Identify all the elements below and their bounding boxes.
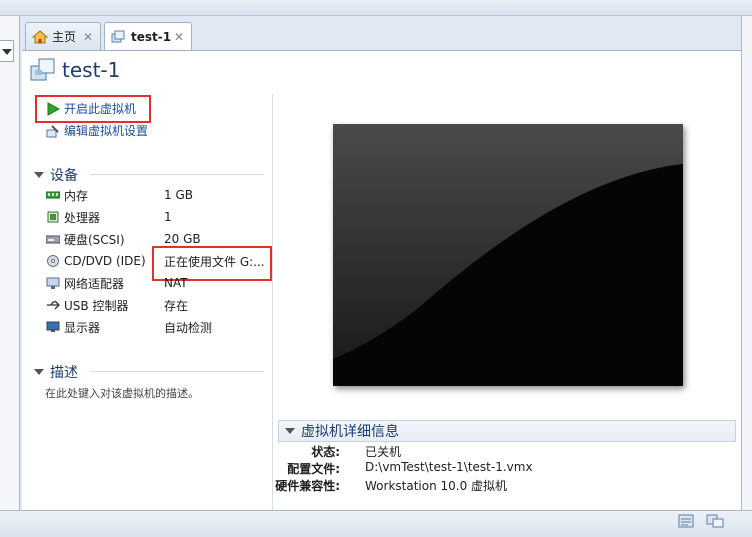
device-name: 网络适配器 — [64, 276, 125, 291]
message-log-icon[interactable] — [678, 514, 694, 528]
network-icon — [46, 277, 60, 289]
section-divider — [90, 371, 264, 372]
tab-home-label: 主页 — [52, 30, 77, 44]
tab-home[interactable]: 主页 ✕ — [25, 22, 101, 50]
detail-key: 配置文件: — [287, 462, 340, 476]
panel-divider — [272, 94, 273, 510]
device-value: 存在 — [164, 298, 189, 313]
detail-key: 状态: — [311, 445, 340, 459]
devices-section-title: 设备 — [50, 168, 78, 184]
harddisk-icon — [46, 235, 60, 244]
vm-icon — [111, 30, 125, 43]
device-row-usb[interactable]: USB 控制器 存在 — [46, 295, 266, 315]
detail-value: 已关机 — [365, 445, 402, 459]
device-name: USB 控制器 — [64, 298, 129, 313]
description-section-title: 描述 — [50, 365, 78, 381]
device-value: NAT — [164, 276, 188, 290]
tab-test-1[interactable]: test-1 ✕ — [104, 22, 192, 51]
device-row-display[interactable]: 显示器 自动检测 — [46, 317, 266, 337]
devices-section-header[interactable]: 设备 — [34, 165, 78, 185]
description-section-header[interactable]: 描述 — [34, 362, 78, 382]
detail-row-compat: 硬件兼容性: Workstation 10.0 虚拟机 — [275, 477, 740, 494]
tab-test-1-label: test-1 — [131, 30, 172, 44]
vm-details-header[interactable]: 虚拟机详细信息 — [278, 420, 736, 442]
description-placeholder[interactable]: 在此处键入对该虚拟机的描述。 — [45, 385, 199, 401]
device-name: 处理器 — [64, 210, 101, 225]
cd-icon — [47, 255, 59, 267]
device-row-network[interactable]: 网络适配器 NAT — [46, 273, 266, 293]
preview-thumbnail — [333, 124, 683, 386]
usb-icon — [47, 300, 60, 310]
right-panel-edge — [741, 16, 752, 510]
collapse-triangle-icon — [285, 428, 295, 434]
detail-value: Workstation 10.0 虚拟机 — [365, 479, 508, 493]
device-name: 显示器 — [64, 320, 101, 335]
top-toolbar — [0, 0, 752, 16]
device-row-memory[interactable]: 内存 1 GB — [46, 185, 266, 205]
devices-status-icon[interactable] — [706, 514, 724, 528]
edit-settings-link[interactable]: 编辑虚拟机设置 — [46, 122, 148, 139]
device-name: 硬盘(SCSI) — [64, 232, 125, 247]
detail-row-config: 配置文件: D:\vmTest\test-1\test-1.vmx — [280, 460, 740, 477]
vm-screen-preview — [333, 124, 683, 386]
memory-icon — [46, 191, 60, 199]
chevron-down-icon — [2, 49, 12, 55]
detail-value: D:\vmTest\test-1\test-1.vmx — [365, 460, 533, 474]
device-value: 1 — [164, 210, 172, 224]
page-title: test-1 — [62, 58, 121, 82]
vm-large-icon — [30, 58, 55, 81]
section-divider — [90, 174, 264, 175]
device-name: 内存 — [64, 188, 89, 203]
device-value: 1 GB — [164, 188, 193, 202]
library-dropdown[interactable] — [0, 40, 14, 62]
collapse-triangle-icon — [34, 172, 44, 178]
cpu-icon — [47, 211, 59, 223]
device-value: 20 GB — [164, 232, 201, 246]
status-bar — [0, 510, 752, 537]
settings-icon — [46, 124, 59, 137]
highlight-box — [35, 95, 151, 123]
device-name: CD/DVD (IDE) — [64, 254, 146, 268]
edit-settings-label: 编辑虚拟机设置 — [64, 124, 149, 138]
vm-details-title: 虚拟机详细信息 — [301, 424, 399, 440]
device-row-processor[interactable]: 处理器 1 — [46, 207, 266, 227]
detail-key: 硬件兼容性: — [275, 479, 340, 493]
home-icon — [32, 29, 48, 43]
device-value: 自动检测 — [164, 320, 213, 335]
detail-row-status: 状态: 已关机 — [280, 443, 740, 460]
collapse-triangle-icon — [34, 369, 44, 375]
library-panel-edge — [0, 16, 20, 510]
close-icon[interactable]: ✕ — [174, 30, 184, 44]
close-icon[interactable]: ✕ — [83, 30, 93, 44]
monitor-icon — [46, 321, 60, 332]
